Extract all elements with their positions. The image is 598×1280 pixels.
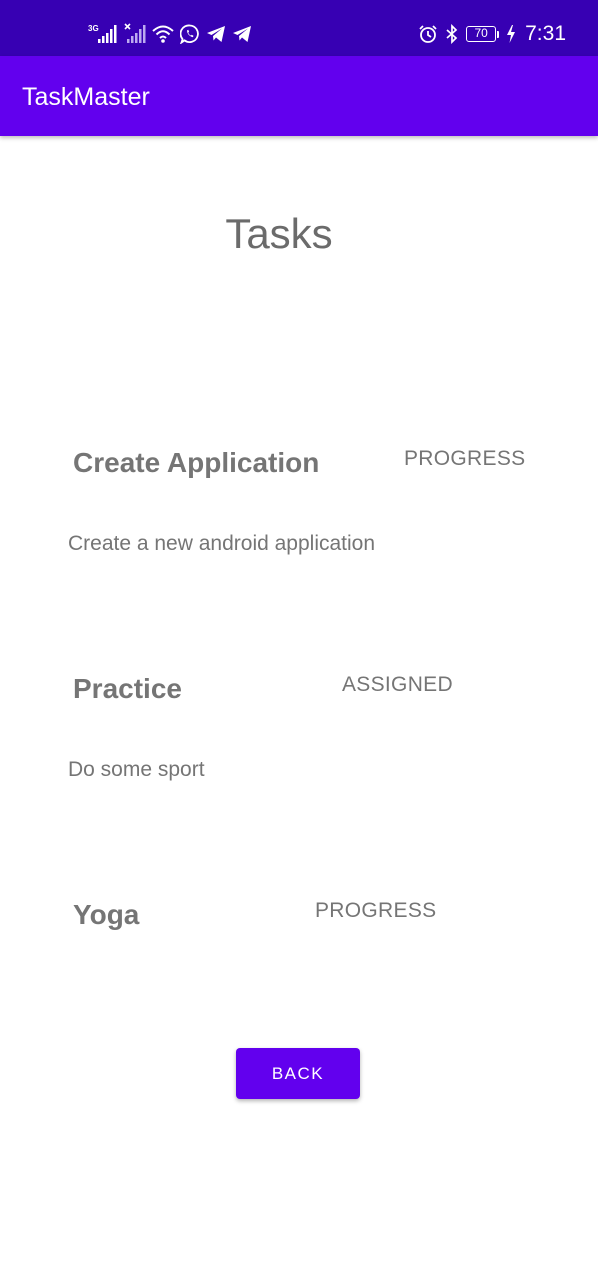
battery-icon: 70: [466, 26, 500, 42]
network-type-label: 3G: [88, 24, 99, 33]
task-description: Do some sport: [68, 758, 205, 781]
status-bar-right-icons: 70 7:31: [418, 20, 566, 48]
bluetooth-icon: [445, 24, 459, 44]
telegram-icon: [232, 25, 252, 43]
app-title: TaskMaster: [22, 83, 150, 111]
task-title[interactable]: Create Application: [73, 446, 319, 480]
telegram-icon: [206, 25, 226, 43]
cellular-signal-icon: 3G: [88, 23, 118, 45]
page-heading: Tasks: [225, 210, 333, 257]
wifi-icon: [152, 24, 174, 44]
task-title[interactable]: Practice: [73, 672, 182, 706]
task-status: PROGRESS: [404, 447, 526, 470]
task-title[interactable]: Yoga: [73, 898, 139, 932]
task-status: PROGRESS: [315, 899, 437, 922]
charging-bolt-icon: [506, 24, 516, 44]
battery-level: 70: [466, 26, 497, 42]
task-description: Create a new android application: [68, 532, 376, 555]
alarm-icon: [418, 24, 438, 44]
status-bar-left-icons: 3G: [88, 20, 252, 48]
back-button[interactable]: BACK: [236, 1048, 360, 1099]
task-status: ASSIGNED: [342, 673, 453, 696]
app-bar: TaskMaster: [0, 56, 598, 136]
status-bar: 3G 70 7:31: [0, 0, 598, 56]
battery-tip: [497, 30, 500, 38]
no-sim-signal-icon: [124, 23, 146, 45]
whatsapp-icon: [180, 24, 200, 44]
status-bar-time: 7:31: [525, 22, 566, 45]
